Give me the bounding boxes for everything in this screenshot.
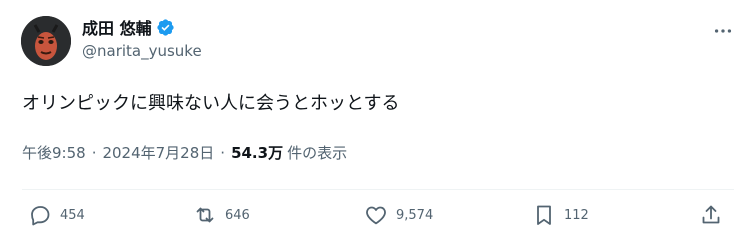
avatar-image xyxy=(21,16,71,66)
author-block: 成田 悠輔 @narita_yusuke xyxy=(82,16,202,60)
heart-icon xyxy=(366,206,386,225)
views-count[interactable]: 54.3万 xyxy=(231,142,283,163)
action-bar: 454 646 9,574 112 xyxy=(0,196,748,236)
share-icon xyxy=(702,205,720,224)
tweet-card: 成田 悠輔 @narita_yusuke オリンピックに興味ない人に会うとホッと… xyxy=(0,0,748,243)
meta-separator: · xyxy=(220,143,226,162)
reply-button[interactable]: 454 xyxy=(28,203,85,227)
bookmark-count: 112 xyxy=(564,207,589,223)
verified-badge-icon[interactable] xyxy=(156,18,175,37)
bookmark-icon xyxy=(537,205,551,225)
retweet-icon xyxy=(196,207,214,223)
tweet-text: オリンピックに興味ない人に会うとホッとする xyxy=(22,93,400,114)
user-handle[interactable]: @narita_yusuke xyxy=(82,42,202,60)
divider xyxy=(22,189,734,190)
display-name[interactable]: 成田 悠輔 xyxy=(82,15,152,39)
reply-count: 454 xyxy=(60,207,85,223)
views-label: 件の表示 xyxy=(287,144,348,162)
tweet-meta: 午後9:58 · 2024年7月28日 · 54.3万 件の表示 xyxy=(22,142,347,163)
name-row: 成田 悠輔 xyxy=(82,16,202,38)
like-count: 9,574 xyxy=(396,207,434,223)
reply-icon xyxy=(31,206,50,226)
tweet-date[interactable]: 2024年7月28日 xyxy=(102,142,214,163)
share-button[interactable] xyxy=(699,203,723,227)
meta-separator: · xyxy=(91,143,97,162)
retweet-button[interactable]: 646 xyxy=(193,203,250,227)
tweet-time[interactable]: 午後9:58 xyxy=(22,142,86,163)
like-button[interactable]: 9,574 xyxy=(364,203,433,227)
avatar[interactable] xyxy=(21,16,71,66)
more-options-icon[interactable] xyxy=(712,20,734,42)
retweet-count: 646 xyxy=(225,207,250,223)
bookmark-button[interactable]: 112 xyxy=(532,203,589,227)
